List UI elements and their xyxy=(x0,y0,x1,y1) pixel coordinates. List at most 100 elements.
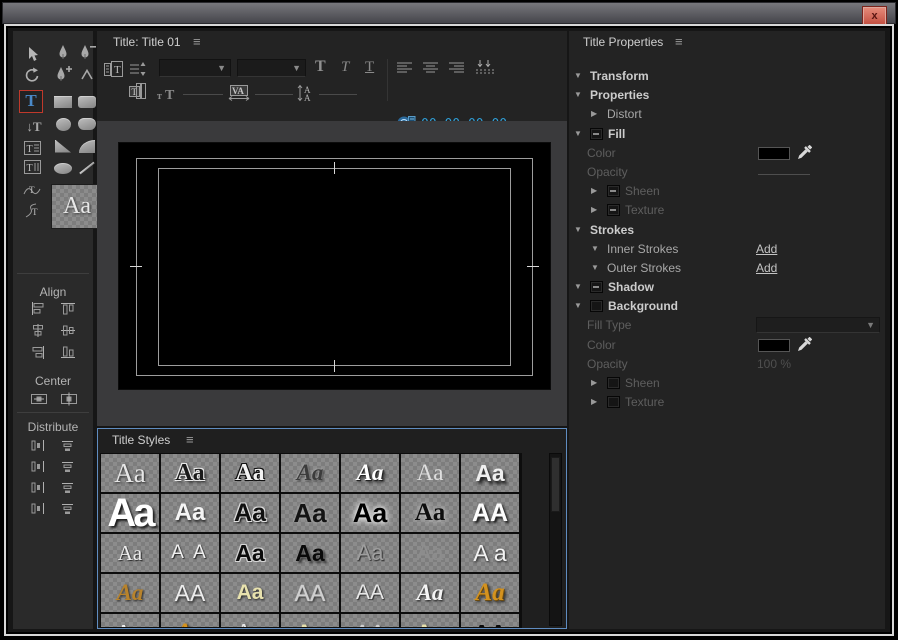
property-label[interactable]: Strokes xyxy=(590,223,634,237)
style-swatch[interactable]: Aa xyxy=(221,454,279,492)
align-vertical-bottom-icon[interactable] xyxy=(59,345,79,361)
new-title-icon[interactable]: T xyxy=(104,61,123,78)
style-swatch[interactable]: Aa xyxy=(161,494,219,532)
italic-button[interactable]: T xyxy=(341,59,349,76)
enable-checkbox[interactable] xyxy=(607,396,620,408)
kerning-icon[interactable]: VA xyxy=(228,85,250,101)
style-swatch[interactable]: Aa xyxy=(221,574,279,612)
style-swatch[interactable]: Aa xyxy=(221,494,279,532)
property-label[interactable]: Color xyxy=(587,146,616,160)
opacity-hot-text[interactable] xyxy=(758,174,810,175)
font-family-select[interactable]: ▼ xyxy=(159,59,231,77)
arc-tool[interactable] xyxy=(75,137,99,155)
chevron-down-icon[interactable]: ▼ xyxy=(591,263,599,272)
style-swatch[interactable]: Aa xyxy=(281,494,339,532)
chevron-down-icon[interactable]: ▼ xyxy=(574,225,582,234)
roll-crawl-options-icon[interactable] xyxy=(129,61,148,78)
chevron-down-icon[interactable]: ▼ xyxy=(591,244,599,253)
kerning-value[interactable] xyxy=(255,94,293,95)
align-horizontal-right-icon[interactable] xyxy=(29,345,49,361)
distribute-vertical-even-icon[interactable] xyxy=(59,501,79,517)
style-preview-swatch[interactable]: Aa xyxy=(51,184,103,229)
add-stroke-link[interactable]: Add xyxy=(756,242,777,256)
property-label[interactable]: Inner Strokes xyxy=(607,242,678,256)
property-label[interactable]: Outer Strokes xyxy=(607,261,681,275)
align-vertical-center-icon[interactable] xyxy=(59,323,79,339)
chevron-right-icon[interactable]: ▶ xyxy=(591,109,597,118)
style-swatch[interactable]: Aa xyxy=(101,454,159,492)
style-swatch[interactable]: Aa xyxy=(161,614,219,628)
vertical-type-tool[interactable]: ↓T xyxy=(21,117,47,137)
type-tool[interactable]: T xyxy=(18,91,44,111)
style-swatch[interactable]: Aa xyxy=(221,614,279,628)
style-swatch[interactable]: Aa xyxy=(101,494,159,532)
align-vertical-top-icon[interactable] xyxy=(59,301,79,317)
title-canvas[interactable] xyxy=(97,121,567,426)
distribute-vertical-top-icon[interactable] xyxy=(59,438,79,454)
style-swatch[interactable]: Aa xyxy=(281,534,339,572)
wedge-tool[interactable] xyxy=(51,137,75,155)
style-swatch[interactable]: Aa xyxy=(101,574,159,612)
chevron-right-icon[interactable]: ▶ xyxy=(591,378,597,387)
style-swatch[interactable]: Aa xyxy=(101,614,159,628)
chevron-right-icon[interactable]: ▶ xyxy=(591,397,597,406)
property-label[interactable]: Opacity xyxy=(587,357,628,371)
chevron-down-icon[interactable]: ▼ xyxy=(574,90,582,99)
property-label[interactable]: Opacity xyxy=(587,165,628,179)
style-swatch[interactable]: AA xyxy=(341,574,399,612)
line-tool[interactable] xyxy=(75,159,99,177)
eyedropper-icon[interactable] xyxy=(797,145,812,163)
distribute-horizontal-even-icon[interactable] xyxy=(29,501,49,517)
enable-checkbox[interactable] xyxy=(607,204,620,216)
enable-checkbox[interactable] xyxy=(607,377,620,389)
property-label[interactable]: Texture xyxy=(625,395,664,409)
align-horizontal-left-icon[interactable] xyxy=(29,301,49,317)
templates-icon[interactable]: T xyxy=(129,83,148,100)
style-swatch[interactable]: Aa xyxy=(341,454,399,492)
style-swatch[interactable]: A a xyxy=(461,534,519,572)
distribute-horizontal-left-icon[interactable] xyxy=(29,438,49,454)
opacity-value[interactable]: 100 % xyxy=(757,357,791,371)
distribute-vertical-center-icon[interactable] xyxy=(59,459,79,475)
property-label[interactable]: Distort xyxy=(607,107,642,121)
style-swatch[interactable]: Aa xyxy=(461,574,519,612)
style-swatch[interactable]: Aa xyxy=(461,454,519,492)
window-titlebar[interactable]: x xyxy=(2,2,896,24)
style-swatch[interactable]: AA xyxy=(161,574,219,612)
rotation-tool[interactable] xyxy=(19,65,45,85)
title-panel-menu-icon[interactable]: ≡ xyxy=(193,34,201,49)
distribute-horizontal-right-icon[interactable] xyxy=(29,480,49,496)
style-swatch[interactable]: Aa xyxy=(401,534,459,572)
video-monitor[interactable] xyxy=(118,142,551,390)
rounded-corner-rectangle-tool[interactable] xyxy=(75,93,99,111)
ellipse-tool[interactable] xyxy=(51,159,75,177)
delete-anchor-point-tool[interactable] xyxy=(75,43,99,61)
clipped-corner-rectangle-tool[interactable] xyxy=(51,115,75,133)
chevron-right-icon[interactable]: ▶ xyxy=(591,186,597,195)
underline-button[interactable]: T xyxy=(365,59,374,76)
enable-checkbox[interactable] xyxy=(607,185,620,197)
center-horizontal-icon[interactable] xyxy=(29,391,49,407)
style-swatch[interactable]: Aa xyxy=(401,574,459,612)
font-size-icon[interactable]: тT xyxy=(157,86,179,101)
rectangle-tool[interactable] xyxy=(51,93,75,111)
distribute-vertical-bottom-icon[interactable] xyxy=(59,480,79,496)
property-label[interactable]: Transform xyxy=(590,69,649,83)
style-swatch[interactable]: Aa xyxy=(281,614,339,628)
property-label[interactable]: Fill xyxy=(608,127,625,141)
style-swatch[interactable]: Aa xyxy=(161,454,219,492)
style-swatch[interactable]: AA xyxy=(281,574,339,612)
style-swatch[interactable]: Aa xyxy=(341,534,399,572)
area-type-tool[interactable]: T xyxy=(19,138,45,158)
style-swatch[interactable]: Aa xyxy=(341,494,399,532)
align-horizontal-center-icon[interactable] xyxy=(29,323,49,339)
style-swatch[interactable]: Aa xyxy=(401,614,459,628)
distribute-horizontal-center-icon[interactable] xyxy=(29,459,49,475)
color-swatch[interactable] xyxy=(758,339,790,352)
align-text-right-icon[interactable] xyxy=(449,61,465,74)
chevron-down-icon[interactable]: ▼ xyxy=(574,129,582,138)
style-swatch[interactable]: Aa xyxy=(281,454,339,492)
property-label[interactable]: Properties xyxy=(590,88,649,102)
enable-checkbox[interactable] xyxy=(590,300,603,312)
styles-panel-menu-icon[interactable]: ≡ xyxy=(186,432,194,447)
